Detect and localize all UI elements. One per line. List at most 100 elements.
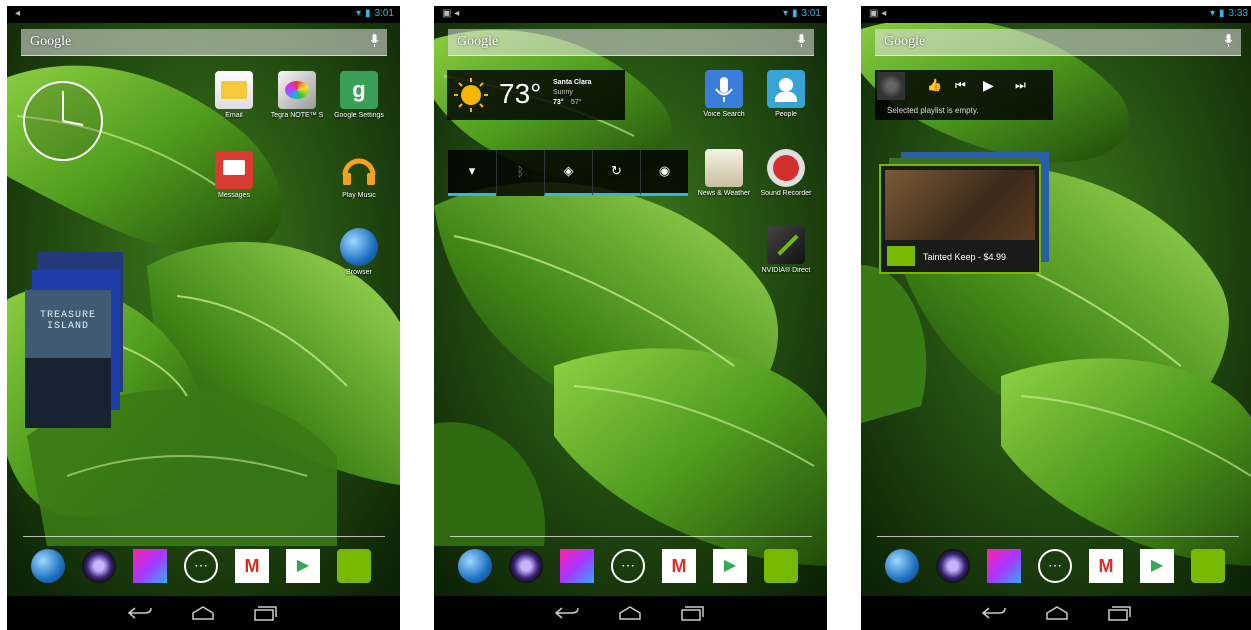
analog-clock-widget[interactable] xyxy=(21,79,105,163)
playlist-status: Selected playlist is empty. xyxy=(887,106,979,115)
recents-icon[interactable] xyxy=(252,605,278,621)
app-browser[interactable]: Browser xyxy=(327,228,391,276)
navigation-bar xyxy=(7,596,400,630)
back-icon[interactable] xyxy=(554,605,580,621)
next-icon[interactable]: ⏭ xyxy=(1015,78,1026,93)
app-label: Email xyxy=(225,112,243,119)
camera-icon[interactable] xyxy=(936,549,970,583)
notification-icon: ▣ ◂ xyxy=(869,8,887,19)
navigation-bar xyxy=(861,596,1251,630)
home-icon[interactable] xyxy=(617,605,643,621)
music-player-widget: 👍 ⏮ ▶ ⏭ Selected playlist is empty. xyxy=(875,70,1053,120)
globe-icon[interactable] xyxy=(31,549,65,583)
home-screen-3: ▣ ◂ ▾ ▮ 3:33 Google 👍 ⏮ ▶ ⏭ Selected pla… xyxy=(861,6,1251,630)
dock: ⋯ M ▶ xyxy=(7,541,400,586)
mic-icon[interactable] xyxy=(1224,34,1233,48)
gmail-icon[interactable]: M xyxy=(235,549,269,583)
app-news-weather[interactable]: News & Weather xyxy=(692,149,756,197)
globe-icon[interactable] xyxy=(458,549,492,583)
camera-icon[interactable] xyxy=(509,549,543,583)
app-play-music[interactable]: Play Music xyxy=(327,151,391,199)
nvidia-icon[interactable] xyxy=(1191,549,1225,583)
globe-icon[interactable] xyxy=(885,549,919,583)
app-google-settings[interactable]: g Google Settings xyxy=(327,71,391,119)
app-label: Messages xyxy=(218,192,250,199)
search-label: Google xyxy=(30,34,72,49)
sun-icon xyxy=(454,78,488,112)
headphones-icon xyxy=(340,151,378,189)
back-icon[interactable] xyxy=(127,605,153,621)
recents-icon[interactable] xyxy=(679,605,705,621)
home-icon[interactable] xyxy=(190,605,216,621)
gmail-icon[interactable]: M xyxy=(1089,549,1123,583)
gallery-icon[interactable] xyxy=(133,549,167,583)
sync-icon[interactable]: ↻ xyxy=(592,150,640,196)
dock: ⋯ M ▶ xyxy=(861,541,1251,586)
nvidia-icon[interactable] xyxy=(764,549,798,583)
search-label: Google xyxy=(884,34,926,49)
all-apps-icon[interactable]: ⋯ xyxy=(611,549,645,583)
gallery-icon[interactable] xyxy=(987,549,1021,583)
status-time: 3:01 xyxy=(801,8,821,19)
dock: ⋯ M ▶ xyxy=(434,541,827,586)
game-widget[interactable]: Tainted Keep - $4.99 xyxy=(879,164,1041,274)
google-search-bar[interactable]: Google xyxy=(875,29,1241,56)
weather-widget[interactable]: 73° Santa Clara Sunny 73° 57° xyxy=(447,70,625,120)
wifi-status-icon: ▾ xyxy=(782,8,789,19)
all-apps-icon[interactable]: ⋯ xyxy=(184,549,218,583)
status-bar: ▣ ◂ ▾ ▮ 3:33 xyxy=(861,6,1251,23)
thumbs-up-icon[interactable]: 👍 xyxy=(927,78,942,92)
dock-divider xyxy=(450,536,812,537)
previous-icon[interactable]: ⏮ xyxy=(955,78,966,93)
app-label: Tegra NOTE™ S xyxy=(270,112,324,119)
app-messages[interactable]: Messages xyxy=(202,151,266,199)
play-store-icon[interactable]: ▶ xyxy=(1140,549,1174,583)
mic-icon[interactable] xyxy=(797,34,806,48)
app-people[interactable]: People xyxy=(754,70,818,118)
app-label: NVIDIA® Direct xyxy=(761,267,811,274)
status-time: 3:01 xyxy=(374,8,394,19)
app-sound-recorder[interactable]: Sound Recorder xyxy=(754,149,818,197)
people-icon xyxy=(767,70,805,108)
all-apps-icon[interactable]: ⋯ xyxy=(1038,549,1072,583)
globe-icon xyxy=(340,228,378,266)
play-icon[interactable]: ▶ xyxy=(983,77,994,94)
battery-icon: ▮ xyxy=(792,8,798,19)
book-title-line2: ISLAND xyxy=(46,321,89,332)
app-label: News & Weather xyxy=(697,190,751,197)
app-nvidia-direct[interactable]: NVIDIA® Direct xyxy=(754,226,818,274)
mic-icon[interactable] xyxy=(370,34,379,48)
app-voice-search[interactable]: Voice Search xyxy=(692,70,756,118)
wifi-status-icon: ▾ xyxy=(355,8,362,19)
battery-icon: ▮ xyxy=(365,8,371,19)
recents-icon[interactable] xyxy=(1106,605,1132,621)
sound-recorder-icon xyxy=(767,149,805,187)
voice-search-icon xyxy=(705,70,743,108)
google-search-bar[interactable]: Google xyxy=(448,29,814,56)
navigation-bar xyxy=(434,596,827,630)
play-store-icon[interactable]: ▶ xyxy=(713,549,747,583)
back-icon[interactable] xyxy=(981,605,1007,621)
books-widget[interactable]: TREASURE ISLAND xyxy=(25,290,111,428)
google-settings-icon: g xyxy=(340,71,378,109)
book-title-line1: TREASURE xyxy=(39,310,96,321)
gmail-icon[interactable]: M xyxy=(662,549,696,583)
google-search-bar[interactable]: Google xyxy=(21,29,387,56)
gps-icon[interactable]: ◈ xyxy=(544,150,592,196)
brightness-icon[interactable]: ◉ xyxy=(640,150,688,196)
dock-divider xyxy=(877,536,1239,537)
app-email[interactable]: Email xyxy=(202,71,266,119)
gallery-icon[interactable] xyxy=(560,549,594,583)
home-icon[interactable] xyxy=(1044,605,1070,621)
camera-icon[interactable] xyxy=(82,549,116,583)
app-tegra-note[interactable]: Tegra NOTE™ S xyxy=(265,71,329,119)
book-cover-art xyxy=(25,358,111,428)
bluetooth-icon[interactable]: ᛒ xyxy=(496,150,544,196)
wifi-icon[interactable]: ▾ xyxy=(448,150,496,196)
nvidia-icon[interactable] xyxy=(337,549,371,583)
battery-icon: ▮ xyxy=(1219,8,1225,19)
app-label: Google Settings xyxy=(334,112,384,119)
home-screen-2: ▣ ◂ ▾ ▮ 3:01 Google 73° Santa Clara Sunn… xyxy=(434,6,827,630)
play-store-icon[interactable]: ▶ xyxy=(286,549,320,583)
weather-low: 57° xyxy=(571,99,582,106)
